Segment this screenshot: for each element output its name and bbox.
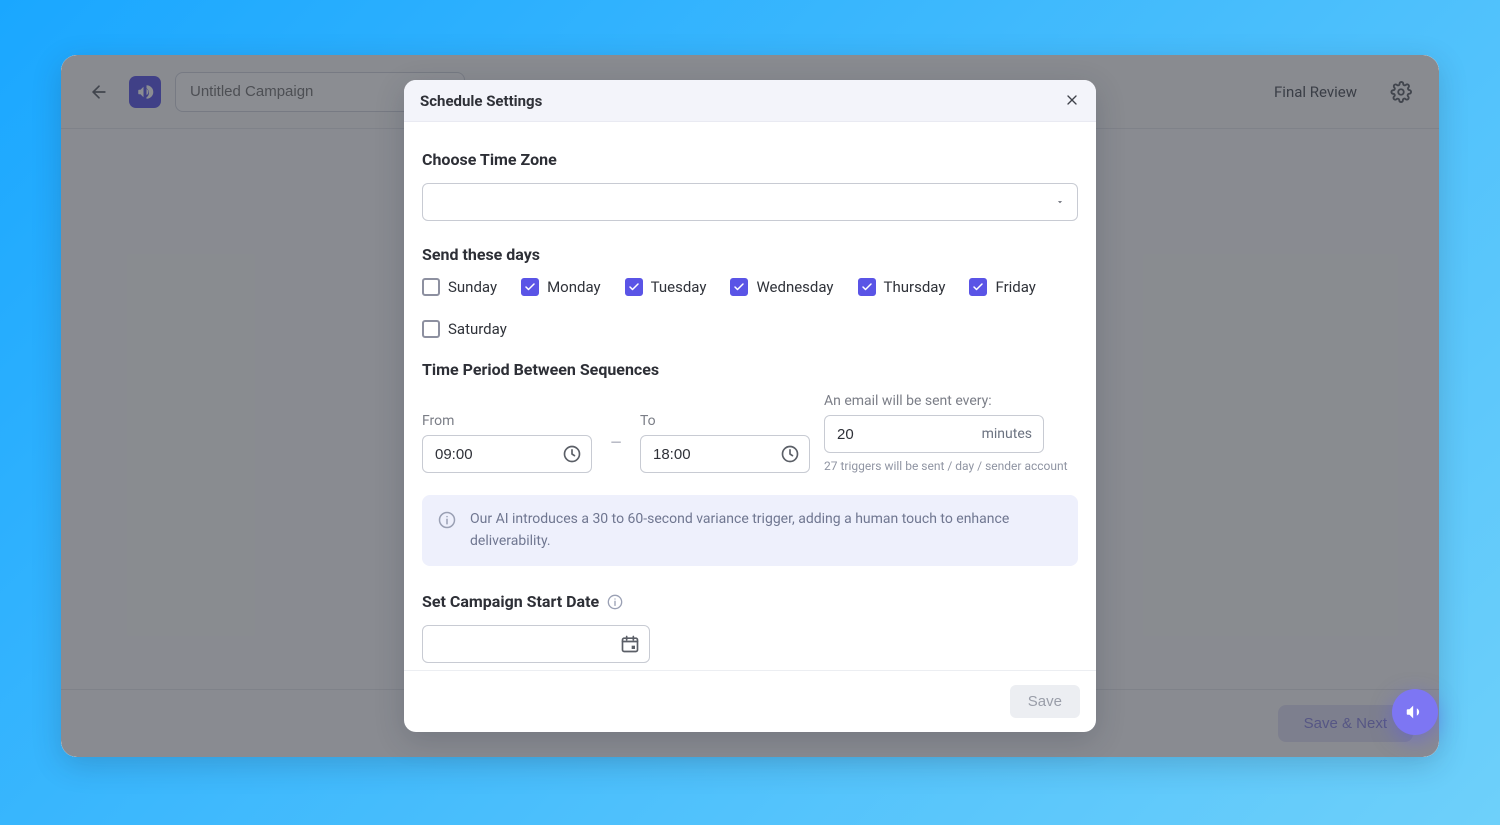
close-icon xyxy=(1064,92,1080,108)
time-zone-select[interactable] xyxy=(422,183,1078,221)
modal-footer: Save xyxy=(404,670,1096,732)
clock-icon xyxy=(562,444,582,464)
day-wednesday[interactable]: Wednesday xyxy=(730,278,833,296)
ai-info-box: Our AI introduces a 30 to 60-second vari… xyxy=(422,495,1078,566)
checkbox[interactable] xyxy=(730,278,748,296)
days-row: Sunday Monday Tuesday Wednesday Thursday Frid… xyxy=(422,278,1078,338)
save-button[interactable]: Save xyxy=(1010,685,1080,718)
close-button[interactable] xyxy=(1064,91,1080,111)
to-label: To xyxy=(640,413,810,429)
day-label: Friday xyxy=(995,278,1035,296)
time-period-row: From — To An email will be sent every: xyxy=(422,393,1078,473)
start-date-heading: Set Campaign Start Date xyxy=(422,592,1078,611)
day-thursday[interactable]: Thursday xyxy=(858,278,946,296)
megaphone-icon xyxy=(1404,701,1426,723)
day-label: Monday xyxy=(547,278,601,296)
check-icon xyxy=(861,281,873,293)
info-icon xyxy=(607,594,623,610)
checkbox[interactable] xyxy=(422,320,440,338)
clock-icon xyxy=(780,444,800,464)
checkbox[interactable] xyxy=(858,278,876,296)
check-icon xyxy=(972,281,984,293)
time-zone-label: Choose Time Zone xyxy=(422,150,1078,169)
day-label: Sunday xyxy=(448,278,497,296)
schedule-settings-modal: Schedule Settings Choose Time Zone Send … xyxy=(404,80,1096,732)
checkbox[interactable] xyxy=(422,278,440,296)
day-label: Tuesday xyxy=(651,278,707,296)
checkbox[interactable] xyxy=(521,278,539,296)
time-range-separator: — xyxy=(606,415,626,451)
modal-title: Schedule Settings xyxy=(420,92,542,110)
day-label: Thursday xyxy=(884,278,946,296)
time-period-label: Time Period Between Sequences xyxy=(422,360,1078,379)
day-sunday[interactable]: Sunday xyxy=(422,278,497,296)
day-friday[interactable]: Friday xyxy=(969,278,1035,296)
help-fab[interactable] xyxy=(1392,689,1438,735)
check-icon xyxy=(628,281,640,293)
check-icon xyxy=(733,281,745,293)
modal-body: Choose Time Zone Send these days Sunday M… xyxy=(404,122,1096,670)
checkbox[interactable] xyxy=(969,278,987,296)
day-label: Saturday xyxy=(448,320,507,338)
modal-header: Schedule Settings xyxy=(404,80,1096,122)
check-icon xyxy=(524,281,536,293)
send-days-label: Send these days xyxy=(422,245,1078,264)
checkbox[interactable] xyxy=(625,278,643,296)
day-label: Wednesday xyxy=(756,278,833,296)
ai-info-text: Our AI introduces a 30 to 60-second vari… xyxy=(470,509,1062,552)
start-date-label: Set Campaign Start Date xyxy=(422,592,599,611)
interval-unit: minutes xyxy=(982,426,1032,442)
info-icon xyxy=(438,511,456,529)
interval-label: An email will be sent every: xyxy=(824,393,1078,409)
chevron-down-icon xyxy=(1055,197,1065,207)
calendar-icon xyxy=(620,634,640,654)
start-date-input[interactable] xyxy=(422,625,650,663)
day-saturday[interactable]: Saturday xyxy=(422,320,507,338)
interval-helper: 27 triggers will be sent / day / sender … xyxy=(824,459,1078,473)
stage: Final Review Save & Next Schedule Settin… xyxy=(0,0,1500,825)
day-monday[interactable]: Monday xyxy=(521,278,601,296)
from-label: From xyxy=(422,413,592,429)
day-tuesday[interactable]: Tuesday xyxy=(625,278,707,296)
